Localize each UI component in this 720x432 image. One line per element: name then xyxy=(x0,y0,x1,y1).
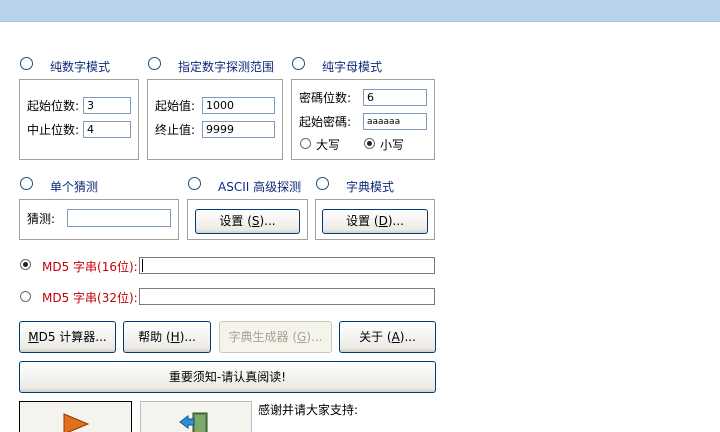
play-icon xyxy=(63,413,90,432)
range-start-label: 起始值: xyxy=(155,99,196,113)
alpha-start-label: 起始密碼: xyxy=(299,115,352,129)
mode-alpha-label: 纯字母模式 xyxy=(322,60,383,74)
numeric-start-input[interactable]: 3 xyxy=(83,97,131,114)
lowercase-radio[interactable] xyxy=(364,138,375,149)
mode-dict-label: 字典模式 xyxy=(346,180,395,194)
help-suffix: )... xyxy=(179,330,196,344)
md5-calculator-button[interactable]: MD5 计算器... xyxy=(19,321,116,353)
md5-32-input[interactable] xyxy=(139,288,435,305)
title-bar xyxy=(0,0,720,22)
generator-key: G xyxy=(297,330,307,344)
numeric-end-label: 中止位数: xyxy=(27,123,80,137)
help-key: H xyxy=(170,330,180,344)
single-guess-input[interactable] xyxy=(67,209,171,227)
help-button[interactable]: 帮助 (H)... xyxy=(123,321,211,353)
md5-calculator-label: D5 计算器... xyxy=(38,330,107,344)
important-notice-button[interactable]: 重要须知-请认真阅读! xyxy=(19,361,436,393)
numeric-group xyxy=(19,79,139,160)
range-end-input[interactable]: 9999 xyxy=(202,121,275,138)
dict-settings-button[interactable]: 设置 (D)... xyxy=(322,209,428,234)
alpha-length-input[interactable]: 6 xyxy=(363,89,427,106)
mode-dict-radio[interactable] xyxy=(316,177,329,190)
ascii-settings-button[interactable]: 设置 (S)... xyxy=(195,209,300,234)
md5-16-label: MD5 字串(16位): xyxy=(42,260,138,274)
md5-32-radio[interactable] xyxy=(20,291,31,302)
md5-16-radio[interactable] xyxy=(20,259,31,270)
dict-settings-suffix: )... xyxy=(387,214,404,228)
md5-16-input[interactable] xyxy=(139,257,435,274)
about-button[interactable]: 关于 (A)... xyxy=(339,321,436,353)
about-prefix: 关于 ( xyxy=(359,330,392,344)
range-end-label: 终止值: xyxy=(155,123,196,137)
mode-range-label: 指定数字探测范围 xyxy=(178,60,275,74)
alpha-length-label: 密碼位数: xyxy=(299,91,352,105)
mode-numeric-radio[interactable] xyxy=(20,57,33,70)
mode-single-radio[interactable] xyxy=(20,177,33,190)
generator-prefix: 字典生成器 ( xyxy=(228,330,298,344)
uppercase-radio[interactable] xyxy=(300,138,311,149)
mode-single-label: 单个猜测 xyxy=(50,180,99,194)
dict-settings-key: D xyxy=(378,214,388,228)
mode-alpha-radio[interactable] xyxy=(292,57,305,70)
alpha-start-input[interactable]: aaaaaa xyxy=(363,113,427,130)
about-suffix: )... xyxy=(399,330,416,344)
mode-ascii-radio[interactable] xyxy=(188,177,201,190)
exit-door-icon xyxy=(179,412,208,432)
dict-settings-prefix: 设置 ( xyxy=(346,214,379,228)
important-notice-label: 重要须知-请认真阅读! xyxy=(168,370,287,384)
uppercase-label: 大写 xyxy=(316,138,341,152)
mode-numeric-label: 纯数字模式 xyxy=(50,60,111,74)
numeric-end-input[interactable]: 4 xyxy=(83,121,131,138)
numeric-start-label: 起始位数: xyxy=(27,99,80,113)
ascii-settings-prefix: 设置 ( xyxy=(219,214,252,228)
start-button[interactable] xyxy=(19,401,132,432)
mode-range-radio[interactable] xyxy=(148,57,161,70)
generator-suffix: )... xyxy=(306,330,323,344)
dictionary-generator-button[interactable]: 字典生成器 (G)... xyxy=(219,321,332,353)
text-cursor xyxy=(142,259,143,272)
range-start-input[interactable]: 1000 xyxy=(202,97,275,114)
md5-calculator-key: M xyxy=(28,330,39,344)
lowercase-label: 小写 xyxy=(380,138,405,152)
ascii-settings-suffix: )... xyxy=(259,214,276,228)
help-prefix: 帮助 ( xyxy=(138,330,171,344)
about-key: A xyxy=(391,330,400,344)
md5-32-label: MD5 字串(32位): xyxy=(42,291,138,305)
exit-button[interactable] xyxy=(140,401,252,432)
range-group xyxy=(147,79,283,160)
single-guess-label: 猜测: xyxy=(27,212,56,226)
ascii-settings-key: S xyxy=(251,214,260,228)
thanks-text: 感谢并请大家支持: xyxy=(258,403,359,417)
mode-ascii-label: ASCII 高级探测 xyxy=(218,180,302,194)
